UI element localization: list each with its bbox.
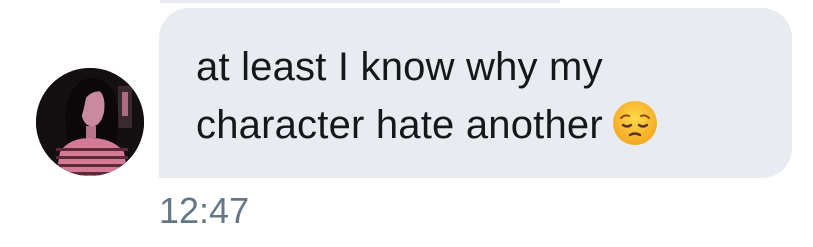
message-text: at least I know why my character hate an…: [196, 38, 772, 154]
message-row: at least I know why my character hate an…: [0, 0, 813, 247]
pensive-face-icon: [612, 101, 657, 145]
sender-avatar[interactable]: [36, 68, 144, 176]
message-bubble[interactable]: at least I know why my character hate an…: [159, 8, 792, 178]
message-text-line-2: character hate another: [196, 96, 772, 154]
avatar-photo: [36, 68, 144, 176]
message-timestamp: 12:47: [159, 190, 250, 231]
message-text-line-2-text: character hate another: [196, 103, 603, 147]
message-text-line-1: at least I know why my: [196, 45, 603, 89]
